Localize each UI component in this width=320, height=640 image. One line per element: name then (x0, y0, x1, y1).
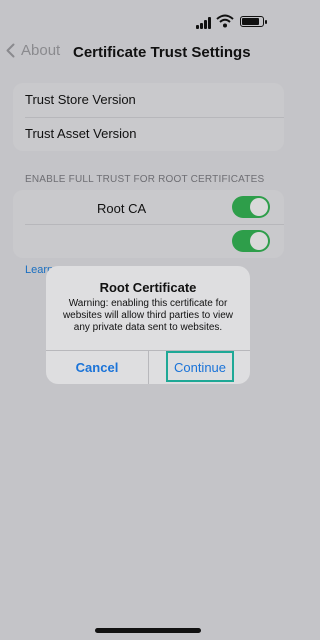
wifi-icon (216, 14, 234, 28)
back-button[interactable]: About (6, 42, 60, 59)
alert-title: Root Certificate (99, 280, 197, 295)
certificate-toggle[interactable] (232, 230, 270, 252)
cancel-button[interactable]: Cancel (46, 351, 148, 384)
alert-message: Warning: enabling this certificate for w… (62, 298, 234, 333)
list-item-certificate (13, 224, 284, 258)
navigation-bar: About Certificate Trust Settings (0, 36, 296, 70)
list-item-trust-store-version[interactable]: Trust Store Version (13, 83, 284, 117)
continue-button-highlight (166, 351, 234, 382)
cellular-signal-icon (196, 17, 212, 29)
list-item-label: Trust Store Version (25, 92, 136, 107)
chevron-left-icon (6, 43, 15, 58)
section-header: ENABLE FULL TRUST FOR ROOT CERTIFICATES (25, 174, 265, 185)
home-indicator[interactable] (95, 628, 201, 633)
back-label: About (21, 42, 61, 59)
certificate-name: Root CA (97, 201, 147, 216)
certificate-list: Root CA (13, 190, 284, 258)
version-list: Trust Store Version Trust Asset Version (13, 83, 284, 151)
battery-icon (240, 16, 267, 27)
list-item-label: Trust Asset Version (25, 126, 137, 141)
list-item-root-ca: Root CA (13, 190, 284, 224)
status-bar (188, 8, 278, 32)
page-title: Certificate Trust Settings (73, 44, 251, 61)
root-ca-toggle[interactable] (232, 196, 270, 218)
list-item-trust-asset-version[interactable]: Trust Asset Version (13, 117, 284, 151)
